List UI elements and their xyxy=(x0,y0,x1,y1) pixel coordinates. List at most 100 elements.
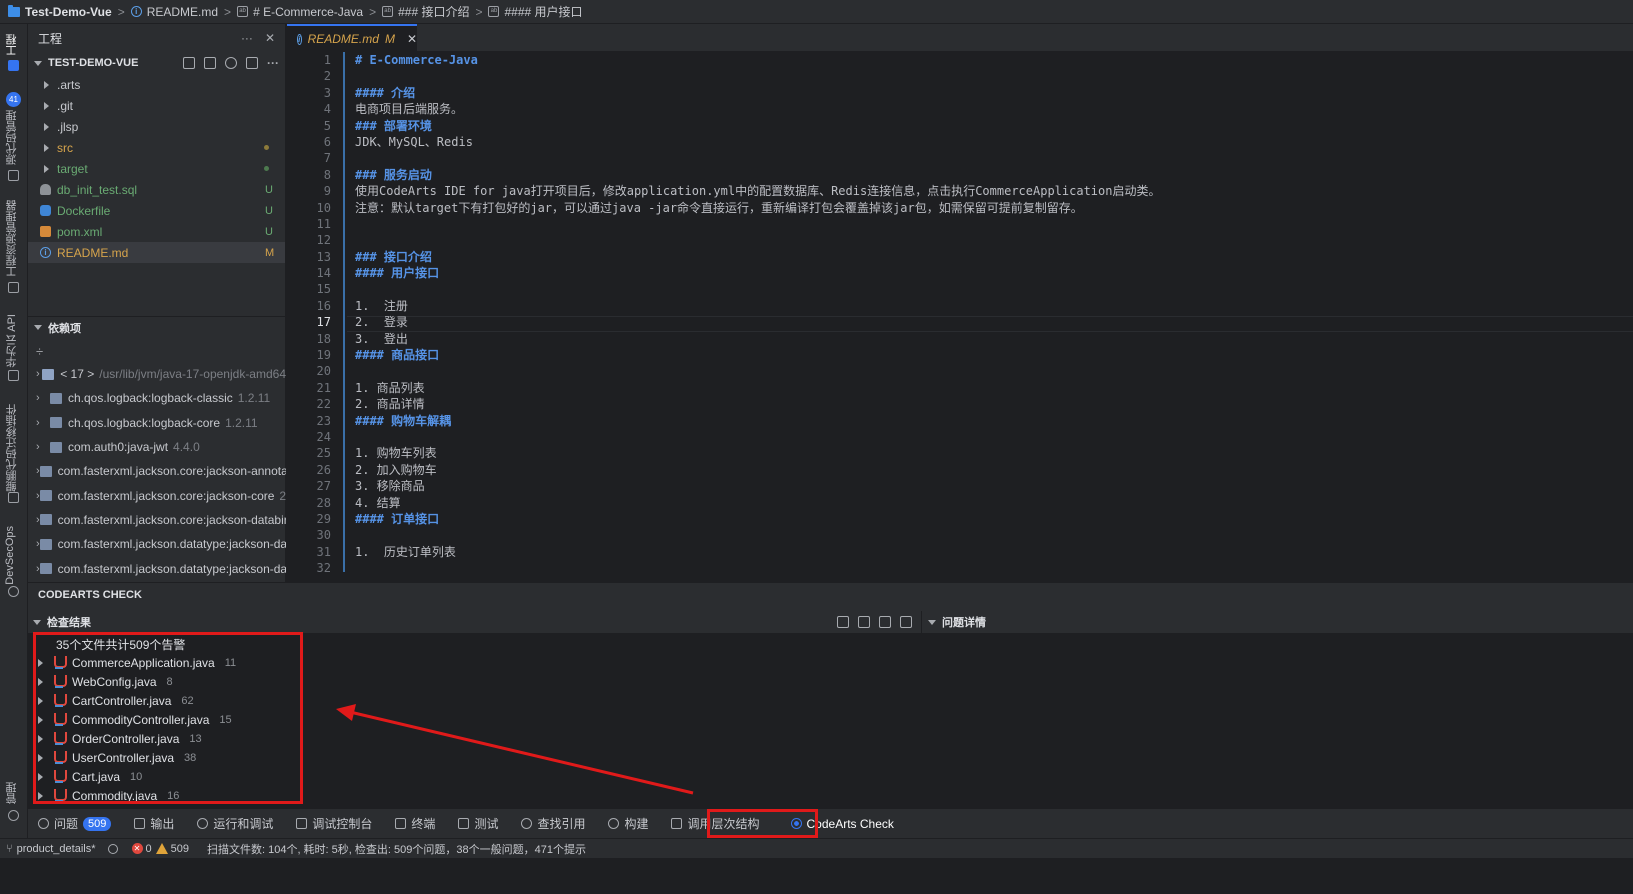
activity-manage[interactable]: 管理 xyxy=(4,782,20,804)
code-line[interactable]: ### 接口介绍 xyxy=(355,249,1625,265)
breadcrumb-item-h1[interactable]: ab # E-Commerce-Java xyxy=(237,5,363,19)
code-line[interactable] xyxy=(355,216,1625,232)
dependency-item[interactable]: › com.fasterxml.jackson.core:jackson-anno… xyxy=(28,459,286,483)
code-line[interactable]: #### 介绍 xyxy=(355,85,1625,101)
code-line[interactable]: 4. 结算 xyxy=(355,495,1625,511)
resource-explorer-icon[interactable] xyxy=(8,282,19,293)
warning-count[interactable]: 509 xyxy=(171,843,189,855)
dependency-item[interactable]: › com.fasterxml.jackson.datatype:jackson-… xyxy=(28,556,286,580)
code-line[interactable]: 使用CodeArts IDE for java打开项目后，修改applicati… xyxy=(355,183,1625,199)
code-line[interactable]: 1. 商品列表 xyxy=(355,380,1625,396)
code-line[interactable] xyxy=(355,281,1625,297)
tab-readme[interactable]: i README.md M ✕ xyxy=(287,24,417,52)
tab-terminal[interactable]: 终端 xyxy=(395,815,435,832)
code-line[interactable]: 1. 注册 xyxy=(355,298,1625,314)
code-line[interactable]: 2. 商品详情 xyxy=(355,396,1625,412)
sync-icon[interactable] xyxy=(107,843,118,854)
code-line[interactable]: #### 订单接口 xyxy=(355,511,1625,527)
code-line[interactable]: JDK、MySQL、Redis xyxy=(355,134,1625,150)
devsecops-icon[interactable] xyxy=(8,586,19,597)
code-line[interactable]: # E-Commerce-Java xyxy=(355,52,1625,68)
code-line[interactable]: 2. 加入购物车 xyxy=(355,462,1625,478)
activity-project[interactable]: 工程 xyxy=(4,34,20,56)
code-line[interactable]: 1. 购物车列表 xyxy=(355,445,1625,461)
tree-more-button[interactable]: ··· xyxy=(267,56,279,70)
close-tab-button[interactable]: ✕ xyxy=(407,32,417,46)
tree-item-jlsp[interactable]: .jlsp xyxy=(28,116,285,137)
project-icon[interactable] xyxy=(8,60,19,71)
code-line[interactable]: 1. 历史订单列表 xyxy=(355,544,1625,560)
collapse-icon[interactable] xyxy=(879,616,891,628)
tree-item-pom[interactable]: pom.xml U xyxy=(28,221,285,242)
dependency-item[interactable]: › com.auth0:java-jwt 4.4.0 xyxy=(28,435,286,459)
tree-item-dockerfile[interactable]: Dockerfile U xyxy=(28,200,285,221)
tab-debug-console[interactable]: 调试控制台 xyxy=(296,815,372,832)
activity-huawei-api[interactable]: 华为云 API xyxy=(4,314,20,368)
dependency-item[interactable]: › com.fasterxml.jackson.datatype:jackson-… xyxy=(28,532,286,556)
code-line[interactable]: 注意：默认target下有打包好的jar，可以通过java -jar命令直接运行… xyxy=(355,200,1625,216)
activity-scm[interactable]: 源代码管理 xyxy=(4,110,20,165)
detail-header[interactable]: 问题详情 xyxy=(921,611,1633,633)
gear-icon[interactable] xyxy=(8,810,19,821)
more-actions-button[interactable]: ··· xyxy=(241,31,253,45)
collapse-all-icon[interactable] xyxy=(246,57,258,69)
tree-item-readme[interactable]: i README.md M xyxy=(28,242,285,263)
tab-build[interactable]: 构建 xyxy=(608,815,648,832)
dependency-item[interactable]: › < 17 >/usr/lib/jvm/java-17-openjdk-amd6… xyxy=(28,362,286,386)
breadcrumb-root[interactable]: Test-Demo-Vue xyxy=(8,4,112,19)
tree-item-db-init[interactable]: db_init_test.sql U xyxy=(28,179,285,200)
code-line[interactable]: ### 部署环境 xyxy=(355,118,1625,134)
breadcrumb-item-h4[interactable]: ab #### 用户接口 xyxy=(488,3,583,20)
code-line[interactable]: #### 用户接口 xyxy=(355,265,1625,281)
refresh-icon[interactable] xyxy=(225,57,237,69)
tree-item-src[interactable]: src xyxy=(28,137,285,158)
new-file-icon[interactable] xyxy=(183,57,195,69)
code-editor[interactable]: 1 2 3 4 5 6 7 8 9 10 11 12 13 14 15 16 17 18 19 20 21 22 23 24 2… xyxy=(287,52,1633,582)
activity-kunpeng-migration[interactable]: 鲲鹏代码迁移插件 xyxy=(4,404,20,492)
tab-find-references[interactable]: 查找引用 xyxy=(521,815,585,832)
tree-item-target[interactable]: target xyxy=(28,158,285,179)
results-header[interactable]: 检查结果 xyxy=(28,611,921,633)
dependency-item[interactable]: › com.fasterxml.jackson.core:jackson-core… xyxy=(28,483,286,507)
code-line[interactable] xyxy=(355,429,1625,445)
code-line[interactable] xyxy=(355,150,1625,166)
dependencies-header[interactable]: 依赖项 xyxy=(28,316,286,338)
expand-icon[interactable] xyxy=(900,616,912,628)
activity-devsecops[interactable]: DevSecOps xyxy=(4,526,16,585)
code-line[interactable] xyxy=(355,560,1625,576)
code-line[interactable] xyxy=(355,527,1625,543)
new-folder-icon[interactable] xyxy=(204,57,216,69)
code-lines[interactable]: # E-Commerce-Java #### 介绍 电商项目后端服务。 ### 部署环… xyxy=(355,52,1625,577)
tab-output[interactable]: 输出 xyxy=(134,815,174,832)
breadcrumb-item-h3[interactable]: ab ### 接口介绍 xyxy=(382,3,469,20)
branch-name[interactable]: product_details* xyxy=(17,843,96,855)
tree-item-arts[interactable]: .arts xyxy=(28,74,285,95)
tree-item-git[interactable]: .git xyxy=(28,95,285,116)
filter-icon[interactable]: ÷ xyxy=(36,344,43,359)
filter-icon[interactable] xyxy=(858,616,870,628)
group-icon[interactable] xyxy=(837,616,849,628)
dependency-item[interactable]: › com.fasterxml.jackson.core:jackson-data… xyxy=(28,508,286,532)
code-line[interactable] xyxy=(355,363,1625,379)
code-line[interactable] xyxy=(355,232,1625,248)
code-line[interactable]: 2. 登录 xyxy=(355,314,1625,330)
activity-resource-explorer[interactable]: 工程资源管理器 xyxy=(4,200,20,277)
code-line[interactable]: 3. 移除商品 xyxy=(355,478,1625,494)
breadcrumb-item-file[interactable]: i README.md xyxy=(130,5,218,19)
migration-icon[interactable] xyxy=(8,492,19,503)
tab-test[interactable]: 测试 xyxy=(458,815,498,832)
code-line[interactable]: 3. 登出 xyxy=(355,331,1625,347)
code-line[interactable]: #### 购物车解耦 xyxy=(355,413,1625,429)
code-line[interactable]: 电商项目后端服务。 xyxy=(355,101,1625,117)
code-line[interactable] xyxy=(355,68,1625,84)
tab-run-debug[interactable]: 运行和调试 xyxy=(197,815,273,832)
close-panel-button[interactable]: ✕ xyxy=(265,31,275,45)
error-count[interactable]: 0 xyxy=(146,843,152,855)
scm-icon[interactable] xyxy=(8,170,19,181)
code-line[interactable]: #### 商品接口 xyxy=(355,347,1625,363)
dependency-item[interactable]: › ch.qos.logback:logback-classic 1.2.11 xyxy=(28,386,286,410)
api-icon[interactable] xyxy=(8,370,19,381)
tab-problems[interactable]: 问题 509 xyxy=(38,815,112,832)
code-line[interactable]: ### 服务启动 xyxy=(355,167,1625,183)
tree-root[interactable]: TEST-DEMO-VUE ··· xyxy=(28,52,285,74)
